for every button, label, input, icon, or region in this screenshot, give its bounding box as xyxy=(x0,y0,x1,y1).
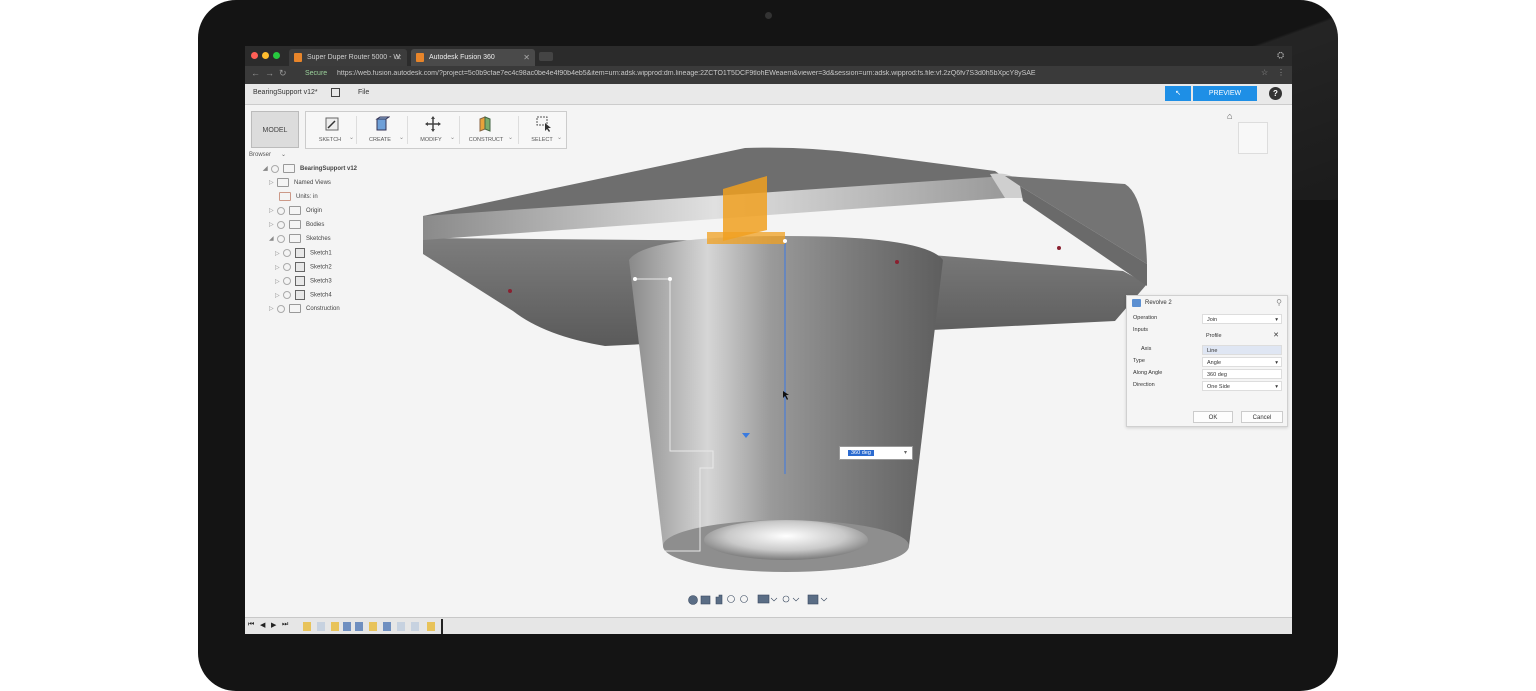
screen: Super Duper Router 5000 - W ✕ Autodesk F… xyxy=(245,46,1292,634)
plate-right-top xyxy=(1005,176,1147,264)
tree-item-sketch2[interactable]: ▷ Sketch2 xyxy=(275,262,332,274)
tree-item-named-views[interactable]: ▷ Named Views xyxy=(269,178,331,190)
timeline: ⏮ ◀ ▶ ⏭ xyxy=(245,617,1292,634)
orbit-icon[interactable] xyxy=(688,595,698,605)
direction-select[interactable]: One Side ▾ xyxy=(1202,381,1282,391)
tree-item-sketches[interactable]: ◢ Sketches xyxy=(269,234,331,246)
home-icon[interactable]: ⌂ xyxy=(1227,111,1232,121)
tree-item-origin[interactable]: ▷ Origin xyxy=(269,206,322,218)
timeline-feature-icon[interactable] xyxy=(317,622,325,631)
revolve-icon xyxy=(1132,299,1141,307)
sketch-point xyxy=(783,239,787,243)
revolve-dialog: Revolve 2 ⚲ Operation Join ▾ Inputs Profi… xyxy=(1126,295,1288,427)
fit-icon[interactable] xyxy=(740,595,748,603)
tree-item-bodies[interactable]: ▷ Bodies xyxy=(269,220,324,232)
timeline-prev-icon[interactable]: ◀ xyxy=(260,621,265,629)
timeline-start-icon[interactable]: ⏮ xyxy=(248,621,254,629)
view-cube[interactable] xyxy=(1238,122,1268,154)
sketch-plane-highlight xyxy=(707,232,785,244)
ok-button[interactable]: OK xyxy=(1193,411,1233,423)
chevron-down-icon[interactable] xyxy=(792,597,800,602)
timeline-extrude-icon[interactable] xyxy=(383,622,391,631)
operation-select[interactable]: Join ▾ xyxy=(1202,314,1282,324)
angle-field[interactable]: 360 deg xyxy=(1202,369,1282,379)
inputs-row: Inputs xyxy=(1133,327,1148,333)
axis-row: Axis xyxy=(1141,346,1152,352)
sketch-icon xyxy=(295,248,305,258)
type-row: Type xyxy=(1133,358,1145,364)
sketch-icon xyxy=(295,290,305,300)
tree-root[interactable]: ◢ BearingSupport v12 xyxy=(263,164,357,176)
sketch-point xyxy=(1057,246,1061,250)
viewports-icon[interactable] xyxy=(807,594,819,605)
profile-select[interactable]: Profile ✕ xyxy=(1202,331,1282,341)
angle-input[interactable]: 360 deg ▾ xyxy=(839,446,913,460)
tree-item-sketch1[interactable]: ▷ Sketch1 xyxy=(275,248,332,260)
angle-row: Along Angle xyxy=(1133,370,1163,376)
type-select[interactable]: Angle ▾ xyxy=(1202,357,1282,367)
tree-item-units[interactable]: Units: in xyxy=(279,192,318,204)
angle-value: 360 deg xyxy=(848,450,874,456)
chevron-down-icon[interactable] xyxy=(820,597,828,602)
browser-label: Browser xyxy=(249,152,272,158)
chevron-down-icon[interactable]: ⌄ xyxy=(281,151,286,158)
pan-icon[interactable] xyxy=(715,594,723,605)
axis-select[interactable]: Line xyxy=(1202,345,1282,355)
tree-item-sketch3[interactable]: ▷ Sketch3 xyxy=(275,276,332,288)
sketch-icon xyxy=(295,262,305,272)
sketch-point xyxy=(633,277,637,281)
chevron-down-icon[interactable] xyxy=(770,597,778,602)
timeline-play-icon[interactable]: ▶ xyxy=(271,621,276,629)
timeline-sketch-icon[interactable] xyxy=(303,622,311,631)
timeline-sketch-icon[interactable] xyxy=(331,622,339,631)
chevron-down-icon[interactable]: ▾ xyxy=(901,449,910,456)
direction-row: Direction xyxy=(1133,382,1155,388)
pin-icon[interactable]: ⚲ xyxy=(1276,298,1282,307)
zoom-icon[interactable] xyxy=(727,595,735,603)
sketch-point xyxy=(895,260,899,264)
timeline-sketch-icon[interactable] xyxy=(369,622,377,631)
sketch-icon xyxy=(295,276,305,286)
sketch-point xyxy=(508,289,512,293)
look-at-icon[interactable] xyxy=(700,595,711,605)
bore-hole xyxy=(704,520,868,560)
tree-item-construction[interactable]: ▷ Construction xyxy=(269,304,340,316)
navigation-bar xyxy=(688,594,828,605)
grid-settings-icon[interactable] xyxy=(782,595,790,603)
dialog-title: Revolve 2 xyxy=(1145,300,1172,306)
camera-icon xyxy=(765,12,772,19)
timeline-extrude-icon[interactable] xyxy=(355,622,363,631)
timeline-end-icon[interactable]: ⏭ xyxy=(282,621,288,629)
operation-row: Operation xyxy=(1133,315,1158,321)
timeline-sketch-icon[interactable] xyxy=(427,622,435,631)
tree-item-sketch4[interactable]: ▷ Sketch4 xyxy=(275,290,332,302)
timeline-feature-icon[interactable] xyxy=(411,622,419,631)
display-settings-icon[interactable] xyxy=(757,594,770,604)
cancel-button[interactable]: Cancel xyxy=(1241,411,1283,423)
timeline-revolve-icon[interactable] xyxy=(343,622,351,631)
sketch-point xyxy=(668,277,672,281)
timeline-feature-icon[interactable] xyxy=(397,622,405,631)
timeline-marker[interactable] xyxy=(441,619,443,634)
